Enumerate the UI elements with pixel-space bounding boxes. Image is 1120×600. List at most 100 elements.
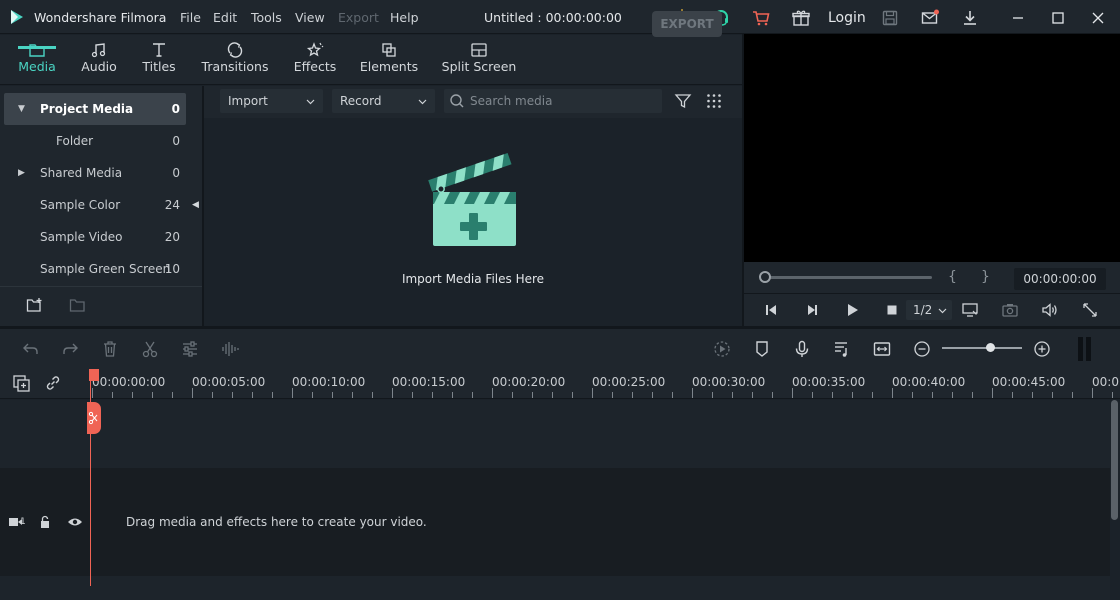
timeline-toolbar	[0, 329, 1120, 369]
playhead-handle[interactable]	[89, 369, 99, 381]
login-button[interactable]: Login	[828, 10, 866, 26]
effects-icon	[306, 41, 324, 59]
volume-icon[interactable]	[1041, 301, 1059, 319]
add-track-icon[interactable]	[12, 374, 32, 392]
caret-down-icon: ▼	[18, 104, 25, 114]
grid-view-icon[interactable]	[705, 92, 723, 110]
tab-transitions[interactable]: Transitions	[200, 35, 270, 85]
tab-media[interactable]: Media	[12, 35, 62, 85]
library-item-sample-green-screen[interactable]: Sample Green Screen 10	[4, 253, 186, 285]
tab-label: Split Screen	[441, 59, 517, 74]
ruler-label: 00:00:40:00	[892, 375, 966, 389]
menu-file[interactable]: File	[180, 10, 201, 25]
record-dropdown[interactable]: Record	[332, 89, 435, 113]
library-item-count: 0	[171, 102, 180, 116]
filter-icon[interactable]	[674, 92, 692, 110]
tab-split-screen[interactable]: Split Screen	[440, 35, 518, 85]
timeline-scrollbar-thumb[interactable]	[1111, 400, 1118, 520]
fullscreen-icon[interactable]	[1081, 301, 1099, 319]
text-t-icon	[150, 41, 168, 59]
library-item-sample-video[interactable]: Sample Video 20	[4, 221, 186, 253]
active-tab-underline	[18, 46, 56, 49]
collapse-panel-icon[interactable]: ◀	[192, 200, 199, 210]
library-item-project-media[interactable]: ▼ Project Media 0	[4, 93, 186, 125]
minimize-icon[interactable]	[1008, 8, 1028, 28]
folder-outline-icon[interactable]	[69, 297, 87, 313]
timeline-track-area[interactable]	[0, 400, 1110, 468]
scissors-cut-icon[interactable]	[140, 339, 160, 359]
library-item-count: 20	[164, 230, 180, 244]
link-icon[interactable]	[44, 374, 62, 392]
save-icon[interactable]	[880, 8, 900, 28]
library-item-shared-media[interactable]: ▶ Shared Media 0	[4, 157, 186, 189]
playback-quality-dropdown[interactable]: 1/2	[906, 300, 952, 320]
gift-icon[interactable]	[791, 8, 811, 28]
download-icon[interactable]	[960, 8, 980, 28]
ruler-label: 00:00:30:00	[692, 375, 766, 389]
chevron-down-icon	[938, 306, 947, 315]
pause-bars-icon[interactable]	[1078, 337, 1092, 361]
snapshot-camera-icon[interactable]	[1001, 301, 1019, 319]
export-button[interactable]: EXPORT	[652, 11, 722, 37]
mark-in-button[interactable]: {	[948, 269, 957, 285]
ruler-label: 00:0	[1092, 375, 1119, 389]
adjust-sliders-icon[interactable]	[180, 339, 200, 359]
preview-timecode: 00:00:00:00	[1014, 268, 1106, 290]
mail-icon[interactable]	[920, 8, 940, 28]
close-icon[interactable]	[1088, 8, 1108, 28]
marker-icon[interactable]	[752, 339, 772, 359]
play-icon[interactable]	[843, 301, 861, 319]
maximize-icon[interactable]	[1048, 8, 1068, 28]
audio-waveform-icon[interactable]	[220, 339, 240, 359]
library-item-sample-color[interactable]: Sample Color 24	[4, 189, 186, 221]
microphone-icon[interactable]	[792, 339, 812, 359]
zoom-slider-track[interactable]	[942, 347, 1022, 349]
tab-effects[interactable]: Effects	[290, 35, 340, 85]
menu-help[interactable]: Help	[390, 10, 419, 25]
playhead-split-icon[interactable]	[87, 402, 101, 434]
ruler-label: 00:00:25:00	[592, 375, 666, 389]
redo-icon[interactable]	[60, 339, 80, 359]
tab-elements[interactable]: Elements	[359, 35, 419, 85]
mark-out-button[interactable]: }	[981, 269, 990, 285]
display-settings-icon[interactable]	[961, 301, 979, 319]
eye-visibility-icon[interactable]	[67, 515, 83, 529]
cart-icon[interactable]	[751, 8, 771, 28]
import-dropdown[interactable]: Import	[220, 89, 323, 113]
library-item-label: Folder	[56, 134, 94, 148]
preview-scrubber-handle[interactable]	[759, 271, 771, 283]
new-folder-icon[interactable]	[26, 297, 44, 313]
tab-audio[interactable]: Audio	[74, 35, 124, 85]
menu-edit[interactable]: Edit	[213, 10, 237, 25]
folder-icon	[28, 41, 46, 59]
zoom-out-icon[interactable]	[912, 339, 932, 359]
library-item-count: 24	[164, 198, 180, 212]
timeline-track-area[interactable]	[0, 576, 1110, 600]
elements-icon	[380, 41, 398, 59]
library-item-count: 10	[164, 262, 180, 276]
stop-icon[interactable]	[883, 301, 901, 319]
lock-icon[interactable]	[37, 515, 53, 529]
app-name: Wondershare Filmora	[34, 10, 167, 25]
import-label: Import	[228, 94, 268, 108]
search-icon	[449, 93, 465, 109]
split-screen-icon	[470, 41, 488, 59]
voiceover-list-icon[interactable]	[832, 339, 852, 359]
menu-view[interactable]: View	[295, 10, 325, 25]
delete-trash-icon[interactable]	[100, 339, 120, 359]
tab-titles[interactable]: Titles	[134, 35, 184, 85]
preview-divider	[744, 293, 1120, 294]
fit-timeline-icon[interactable]	[872, 339, 892, 359]
previous-frame-icon[interactable]	[762, 301, 780, 319]
render-preview-icon[interactable]	[712, 339, 732, 359]
undo-icon[interactable]	[21, 339, 41, 359]
menu-export[interactable]: Export	[338, 10, 379, 25]
tab-label: Transitions	[201, 59, 269, 74]
preview-scrubber-track[interactable]	[762, 276, 932, 279]
zoom-in-icon[interactable]	[1032, 339, 1052, 359]
zoom-slider-handle[interactable]	[986, 343, 995, 352]
search-placeholder: Search media	[470, 94, 553, 108]
play-frame-icon[interactable]	[803, 301, 821, 319]
library-item-folder[interactable]: Folder 0	[4, 125, 186, 157]
menu-tools[interactable]: Tools	[251, 10, 282, 25]
